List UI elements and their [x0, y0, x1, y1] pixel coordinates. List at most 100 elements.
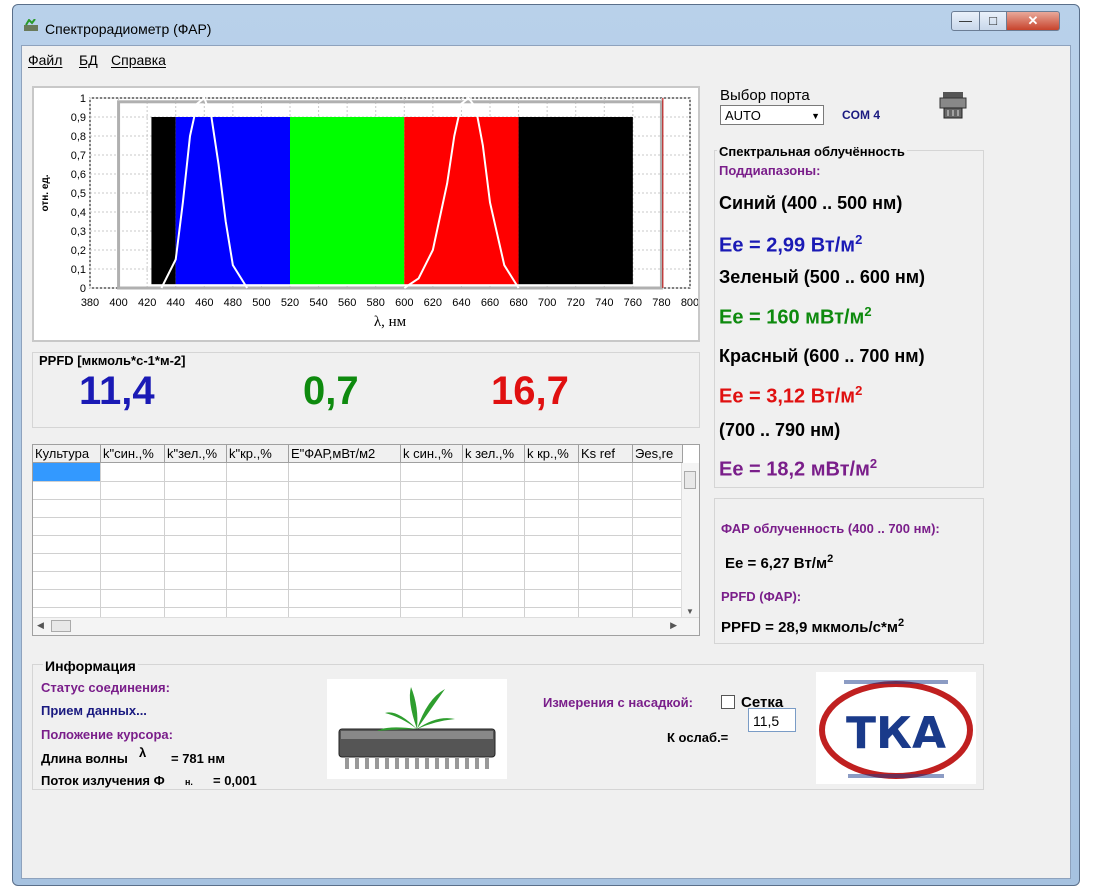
ppfd-title: PPFD [мкмоль*с-1*м-2]	[37, 353, 188, 368]
par-ppfd: PPFD = 28,9 мкмоль/с*м2	[721, 617, 904, 636]
par-irradiance-value: Ee = 6,27 Вт/м	[725, 555, 828, 572]
data-grid[interactable]: Культура k"син.,% k"зел.,% k"кр.,% E"ФАР,мВт…	[32, 444, 700, 636]
column-header[interactable]: k"зел.,%	[165, 445, 227, 463]
x-tick-label: 740	[595, 297, 613, 309]
scroll-right-icon[interactable]: ▶	[670, 620, 677, 631]
x-tick-label: 620	[424, 297, 442, 309]
window-title: Спектрорадиометр (ФАР)	[45, 21, 212, 37]
com-port-label: COM 4	[842, 108, 881, 122]
flux-label: Поток излучения Ф	[41, 773, 165, 788]
blue-irradiance-value: Ee = 2,99 Вт/м	[719, 234, 856, 257]
par-irradiance-sup: 2	[827, 553, 834, 565]
far-red-irradiance-value: Ee = 18,2 мВт/м	[719, 458, 870, 481]
column-header[interactable]: k кр.,%	[525, 445, 579, 463]
y-tick-label: 0,1	[71, 264, 86, 276]
spectrum-chart-panel: 380 400 420 440 460 480 500 520 540 560 580 600 620 6…	[32, 86, 700, 342]
menu-help[interactable]: Справка	[111, 52, 166, 68]
green-range-label: Зеленый (500 .. 600 нм)	[719, 267, 926, 287]
far-red-irradiance-sup: 2	[869, 456, 878, 471]
horizontal-scrollbar[interactable]: ◀ ▶	[33, 617, 699, 635]
grid-column-line	[400, 463, 401, 618]
blue-range-label: Синий (400 .. 500 нм)	[719, 193, 903, 213]
grid-checkbox[interactable]	[721, 695, 735, 709]
x-tick-label: 560	[338, 297, 356, 309]
par-irradiance: Ee = 6,27 Вт/м2	[725, 553, 833, 572]
title-bar[interactable]: Спектрорадиометр (ФАР) — □ ✕	[13, 5, 1079, 45]
y-tick-label: 0	[80, 283, 86, 295]
selected-cell[interactable]	[33, 463, 101, 481]
chevron-down-icon: ▼	[811, 111, 820, 121]
tka-logo: ТКА	[816, 672, 976, 784]
scroll-down-icon[interactable]: ▼	[686, 607, 694, 616]
column-header[interactable]: k син.,%	[401, 445, 463, 463]
scroll-left-icon[interactable]: ◀	[37, 620, 44, 631]
x-tick-label: 400	[109, 297, 127, 309]
par-title: ФАР облученность (400 .. 700 нм):	[721, 521, 940, 536]
x-tick-label: 380	[81, 297, 99, 309]
x-tick-label: 640	[452, 297, 470, 309]
x-tick-label: 760	[624, 297, 642, 309]
attenuation-input[interactable]: 11,5	[748, 708, 796, 732]
column-header[interactable]: Ks ref	[579, 445, 633, 463]
y-tick-label: 0,4	[71, 207, 86, 219]
far-red-irradiance: Ee = 18,2 мВт/м2	[719, 456, 877, 482]
status-value: Прием данных...	[41, 703, 147, 718]
app-icon	[24, 19, 38, 31]
far-red-range-label: (700 .. 790 нм)	[719, 420, 841, 440]
y-tick-label: 0,2	[71, 245, 86, 257]
red-irradiance: Ee = 3,12 Вт/м2	[719, 383, 862, 409]
flux-subscript: н.	[185, 777, 193, 787]
column-header[interactable]: k"кр.,%	[227, 445, 289, 463]
x-axis-label: λ, нм	[374, 314, 407, 330]
grid-column-line	[632, 463, 633, 618]
x-tick-label: 440	[167, 297, 185, 309]
vertical-scrollbar[interactable]: ▼	[681, 463, 699, 618]
blue-irradiance: Ee = 2,99 Вт/м2	[719, 232, 862, 258]
red-range-label: Красный (600 .. 700 нм)	[719, 346, 925, 366]
chip-logo-image	[327, 679, 507, 779]
par-ppfd-sup: 2	[897, 617, 905, 629]
menu-db[interactable]: БД	[79, 52, 98, 68]
hscroll-thumb[interactable]	[51, 620, 71, 632]
column-header[interactable]: k зел.,%	[463, 445, 525, 463]
maximize-button[interactable]: □	[979, 11, 1007, 31]
port-select[interactable]: AUTO ▼	[720, 105, 824, 125]
y-axis-label: отн. ед.	[40, 174, 51, 211]
tka-logo-text: ТКА	[846, 708, 946, 759]
subranges-label: Поддиапазоны:	[719, 163, 821, 178]
column-header[interactable]: E"ФАР,мВт/м2	[289, 445, 401, 463]
x-tick-label: 600	[395, 297, 413, 309]
minimize-button[interactable]: —	[951, 11, 980, 31]
spectral-band	[290, 117, 405, 285]
lambda-symbol: λ	[139, 745, 147, 760]
spectrum-chart[interactable]: 380 400 420 440 460 480 500 520 540 560 580 600 620 6…	[34, 88, 698, 340]
close-button[interactable]: ✕	[1006, 11, 1060, 31]
grid-row-line	[33, 481, 683, 482]
flux-value: = 0,001	[213, 773, 257, 788]
ppfd-panel: PPFD [мкмоль*с-1*м-2] 11,4 0,7 16,7	[32, 352, 700, 428]
spectral-band	[151, 117, 176, 285]
cursor-label: Положение курсора:	[41, 727, 173, 742]
column-header[interactable]: Культура	[33, 445, 101, 463]
grid-column-line	[164, 463, 165, 618]
red-irradiance-value: Ee = 3,12 Вт/м	[719, 385, 856, 408]
column-header[interactable]: Эes,re	[633, 445, 683, 463]
app-window: Спектрорадиометр (ФАР) — □ ✕ Файл БД Спр…	[12, 4, 1080, 886]
grid-row-line	[33, 517, 683, 518]
column-header[interactable]: k"син.,%	[101, 445, 165, 463]
x-tick-label: 700	[538, 297, 556, 309]
x-tick-label: 720	[567, 297, 585, 309]
spectral-band	[404, 117, 519, 285]
scroll-thumb[interactable]	[684, 471, 696, 489]
par-panel: ФАР облученность (400 .. 700 нм): Ee = 6…	[714, 498, 984, 644]
connector-icon[interactable]	[938, 90, 968, 122]
x-tick-label: 680	[509, 297, 527, 309]
x-tick-label: 500	[252, 297, 270, 309]
spectral-title: Спектральная облучённость	[717, 144, 907, 159]
red-irradiance-sup: 2	[855, 383, 863, 398]
x-tick-label: 540	[309, 297, 327, 309]
y-tick-label: 0,9	[71, 112, 86, 124]
x-tick-label: 660	[481, 297, 499, 309]
menu-file[interactable]: Файл	[28, 52, 62, 68]
attenuation-label: К ослаб.=	[667, 730, 729, 745]
